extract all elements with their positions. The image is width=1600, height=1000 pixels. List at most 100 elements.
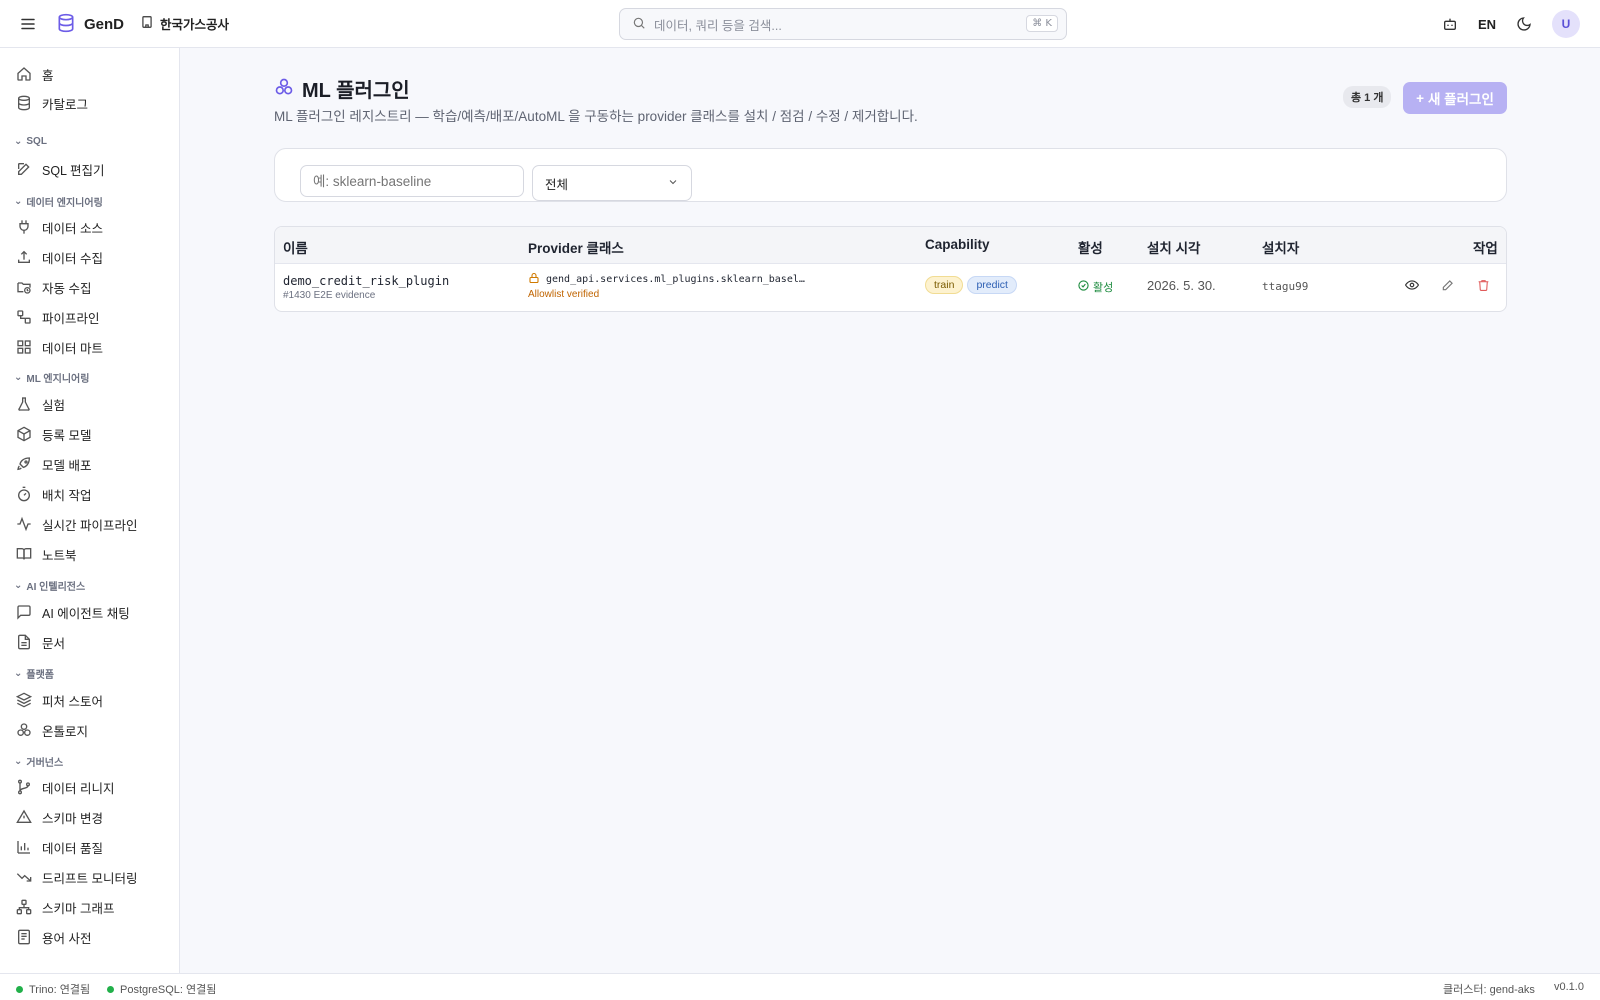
section-title: 플랫폼	[26, 670, 54, 681]
capability-tag: train	[925, 276, 964, 294]
sidebar-item-label: 데이터 수집	[42, 251, 103, 266]
col-capability[interactable]: Capability	[925, 237, 990, 252]
type-filter-value: 전체	[545, 177, 569, 192]
activity-icon	[17, 516, 31, 532]
book-icon	[16, 548, 32, 560]
sidebar-item-ontology[interactable]: 온톨로지	[16, 719, 88, 741]
chevron-down-icon: ⌄	[14, 756, 23, 767]
col-installed-at[interactable]: 설치 시각	[1147, 237, 1200, 257]
language-toggle[interactable]: EN	[1478, 17, 1496, 32]
moon-icon[interactable]	[1512, 12, 1536, 36]
global-search[interactable]: 데이터, 쿼리 등을 검색... ⌘ K	[619, 8, 1067, 40]
database-logo-icon	[56, 12, 76, 37]
sidebar-item-data-source[interactable]: 데이터 소스	[16, 216, 103, 238]
installer: ttagu99	[1262, 280, 1309, 293]
sidebar-item-label: 스키마 그래프	[42, 901, 115, 916]
home-icon	[17, 67, 31, 81]
section-sql[interactable]: ⌄ SQL	[14, 136, 47, 147]
chevron-down-icon: ⌄	[14, 668, 23, 679]
view-eye-icon[interactable]	[1404, 278, 1420, 295]
sidebar-item-label: 온톨로지	[42, 724, 89, 739]
sidebar-item-realtime-pipeline[interactable]: 실시간 파이프라인	[16, 513, 137, 535]
delete-trash-icon[interactable]	[1477, 278, 1490, 295]
brand-logo[interactable]: GenD	[56, 12, 124, 37]
section-data-engineering[interactable]: ⌄ 데이터 엔지니어링	[14, 194, 103, 209]
col-provider-class[interactable]: Provider 클래스	[528, 237, 624, 257]
sidebar-item-label: 자동 수집	[42, 281, 92, 296]
bar-chart-icon	[17, 841, 30, 854]
lock-icon	[528, 272, 540, 287]
section-ai-intelligence[interactable]: ⌄ AI 인텔리전스	[14, 578, 85, 593]
sidebar-item-drift-monitoring[interactable]: 드리프트 모니터링	[16, 866, 137, 888]
sidebar-item-label: 드리프트 모니터링	[42, 871, 138, 886]
sidebar-item-label: 홈	[42, 68, 54, 83]
sidebar-item-catalog[interactable]: 카탈로그	[16, 92, 88, 114]
section-governance[interactable]: ⌄ 거버넌스	[14, 754, 63, 769]
sidebar-item-label: SQL 편집기	[42, 163, 105, 178]
installed-at: 2026. 5. 30.	[1147, 278, 1216, 293]
rocket-icon	[17, 457, 31, 471]
sidebar-item-batch-job[interactable]: 배치 작업	[16, 483, 91, 505]
bot-icon[interactable]	[1438, 12, 1462, 36]
sidebar-item-notebook[interactable]: 노트북	[16, 543, 77, 565]
edit-pencil-icon[interactable]	[1441, 278, 1455, 295]
sidebar-item-label: 실시간 파이프라인	[42, 518, 138, 533]
sidebar-item-home[interactable]: 홈	[16, 63, 54, 85]
sidebar-item-data-ingest[interactable]: 데이터 수집	[16, 246, 103, 268]
folder-clock-icon	[17, 282, 31, 294]
col-installer[interactable]: 설치자	[1262, 237, 1299, 257]
sidebar-item-glossary[interactable]: 용어 사전	[16, 926, 91, 948]
workflow-icon	[17, 310, 31, 324]
sidebar-item-label: 피처 스토어	[42, 694, 103, 709]
sidebar-item-pipeline[interactable]: 파이프라인	[16, 306, 100, 328]
section-title: ML 엔지니어링	[26, 374, 90, 385]
box-icon	[17, 426, 31, 442]
active-status: 활성	[1093, 282, 1114, 294]
sidebar-item-schema-graph[interactable]: 스키마 그래프	[16, 896, 114, 918]
sidebar-item-schema-change[interactable]: 스키마 변경	[16, 806, 103, 828]
col-name[interactable]: 이름	[283, 237, 308, 257]
plugins-table: 이름 Provider 클래스 Capability 활성 설치 시각 설치자 …	[274, 226, 1507, 312]
sidebar-item-sql-editor[interactable]: SQL 편집기	[16, 158, 105, 180]
plugin-name-search-input[interactable]	[300, 165, 524, 197]
sidebar-item-documents[interactable]: 문서	[16, 631, 65, 653]
section-title: SQL	[26, 136, 47, 147]
sidebar-item-lineage[interactable]: 데이터 리니지	[16, 776, 114, 798]
plugin-name[interactable]: demo_credit_risk_plugin	[283, 274, 449, 288]
plugin-subtitle: #1430 E2E evidence	[283, 290, 376, 301]
postgres-status-label: PostgreSQL: 연결됨	[120, 984, 217, 996]
postgres-status: PostgreSQL: 연결됨	[107, 981, 216, 997]
col-active[interactable]: 활성	[1078, 237, 1103, 257]
file-icon	[18, 634, 30, 650]
sidebar-item-registered-model[interactable]: 등록 모델	[16, 423, 91, 445]
upload-icon	[18, 250, 30, 263]
menu-icon[interactable]	[16, 12, 40, 36]
sidebar-item-data-mart[interactable]: 데이터 마트	[16, 336, 103, 358]
user-avatar[interactable]: U	[1552, 10, 1580, 38]
sidebar: 홈 카탈로그 ⌄ SQL SQL 편집기 ⌄ 데이터 엔지니어링 데이터 소스 데이…	[0, 48, 180, 973]
sidebar-item-ai-chat[interactable]: AI 에이전트 채팅	[16, 601, 130, 623]
chevron-down-icon: ⌄	[14, 580, 23, 591]
page-title: ML 플러그인	[302, 80, 410, 102]
section-ml-engineering[interactable]: ⌄ ML 엔지니어링	[14, 370, 89, 385]
dictionary-icon	[18, 929, 30, 945]
org-selector[interactable]: 한국가스공사	[140, 14, 229, 33]
capability-tag: predict	[967, 276, 1017, 294]
type-filter-select[interactable]: 전체	[532, 165, 692, 201]
sidebar-item-model-deploy[interactable]: 모델 배포	[16, 453, 91, 475]
new-plugin-label: 새 플러그인	[1428, 92, 1494, 107]
new-plugin-button[interactable]: + 새 플러그인	[1403, 82, 1507, 114]
allowlist-status: Allowlist verified	[528, 289, 600, 300]
sidebar-item-experiment[interactable]: 실험	[16, 393, 65, 415]
ontology-icon	[17, 723, 31, 736]
top-bar: GenD 한국가스공사 데이터, 쿼리 등을 검색... ⌘ K EN U	[0, 0, 1600, 48]
sidebar-item-data-quality[interactable]: 데이터 품질	[16, 836, 103, 858]
section-platform[interactable]: ⌄ 플랫폼	[14, 666, 54, 681]
section-title: 거버넌스	[26, 758, 64, 769]
plus-icon: +	[1416, 90, 1425, 106]
sidebar-item-auto-ingest[interactable]: 자동 수집	[16, 276, 91, 298]
app-name: GenD	[84, 16, 125, 33]
sidebar-item-label: 데이터 리니지	[42, 781, 115, 796]
sidebar-item-feature-store[interactable]: 피처 스토어	[16, 689, 103, 711]
sidebar-item-label: 문서	[42, 636, 66, 651]
